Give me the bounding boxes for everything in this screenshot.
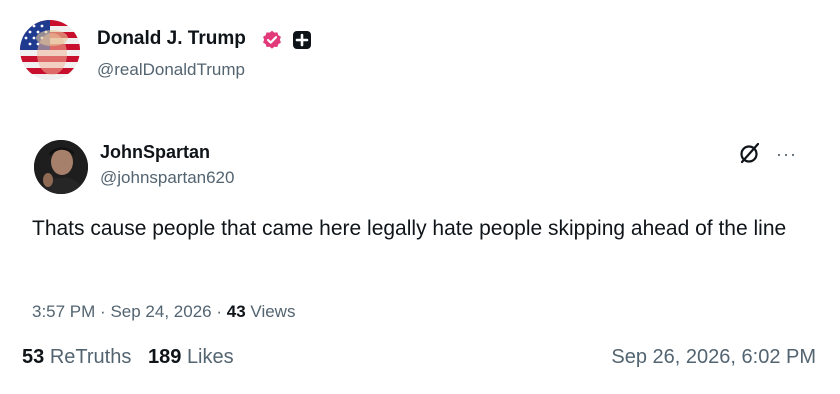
post-timestamp[interactable]: Sep 26, 2026, 6:02 PM (611, 346, 816, 369)
reply-text: Thats cause people that came here legall… (32, 217, 787, 240)
reply-portrait-image (34, 140, 88, 194)
verified-badge-icon (262, 30, 282, 50)
meta-separator: · (216, 302, 223, 321)
more-options-icon[interactable]: ··· (776, 144, 797, 165)
meta-separator: · (100, 302, 106, 321)
reply-meta: 3:57 PM · Sep 24, 2026 · 43 Views (32, 302, 295, 322)
reply-date[interactable]: Sep 24, 2026 (110, 302, 211, 321)
engagement-stats: 53 ReTruths 189 Likes (22, 346, 234, 369)
views-label: Views (250, 302, 296, 321)
author-avatar[interactable] (20, 20, 80, 80)
likes-count: 189 (148, 346, 182, 368)
reply-author-handle[interactable]: @johnspartan620 (100, 168, 234, 188)
flag-portrait-image (20, 20, 80, 80)
reply-author-name[interactable]: JohnSpartan (100, 142, 210, 163)
plus-square-icon (292, 30, 312, 50)
retruths-label: ReTruths (49, 346, 132, 368)
likes-label: Likes (186, 346, 234, 368)
retruths-count: 53 (22, 346, 45, 368)
retruths-stat[interactable]: 53 ReTruths (22, 346, 131, 368)
reply-avatar[interactable] (34, 140, 88, 194)
author-name[interactable]: Donald J. Trump (97, 28, 246, 50)
views-count: 43 (226, 302, 246, 321)
reply-time[interactable]: 3:57 PM (32, 302, 95, 321)
grok-icon[interactable] (738, 141, 762, 165)
author-handle[interactable]: @realDonaldTrump (97, 60, 245, 80)
likes-stat[interactable]: 189 Likes (148, 346, 234, 368)
